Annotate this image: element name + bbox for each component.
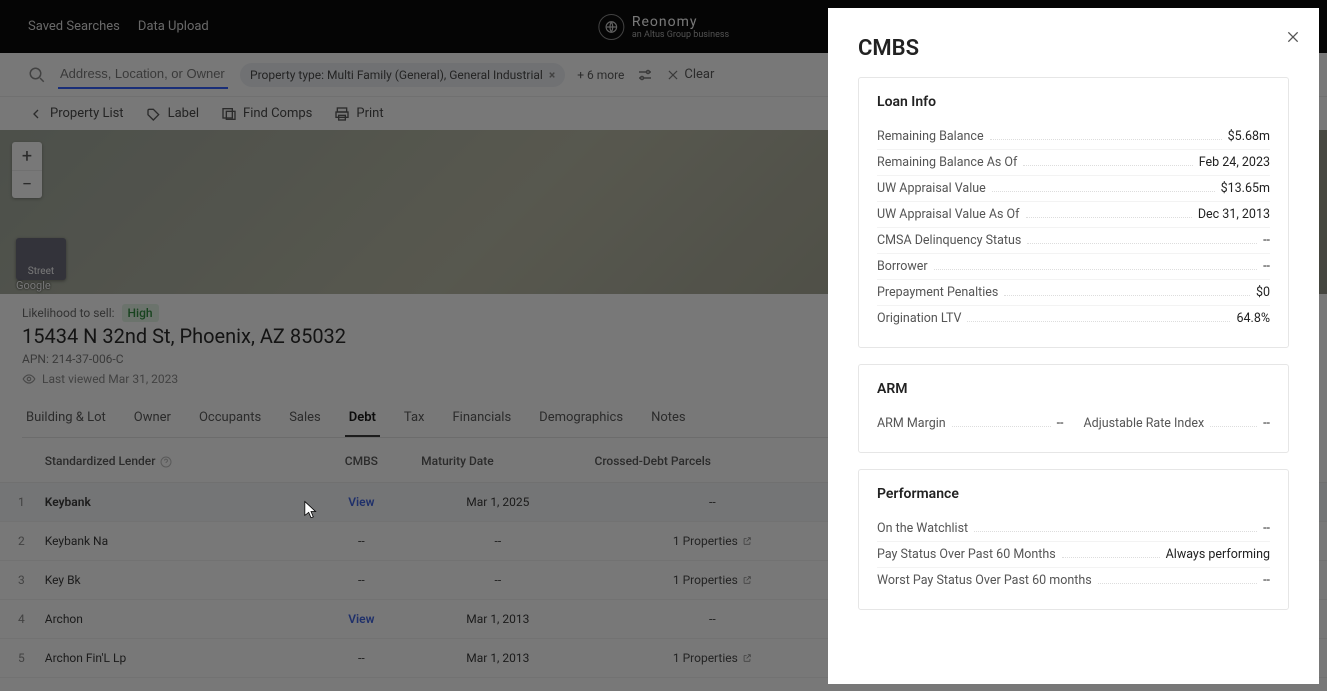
panel-title: CMBS — [858, 36, 1289, 61]
loan-info-row: UW Appraisal Value$13.65m — [877, 175, 1270, 201]
loan-info-heading: Loan Info — [877, 94, 1270, 110]
performance-card: Performance On the Watchlist--Pay Status… — [858, 469, 1289, 610]
cmbs-panel: CMBS Loan Info Remaining Balance$5.68mRe… — [828, 8, 1319, 684]
performance-row: Pay Status Over Past 60 MonthsAlways per… — [877, 541, 1270, 567]
performance-heading: Performance — [877, 486, 1270, 502]
performance-row: Worst Pay Status Over Past 60 months-- — [877, 567, 1270, 593]
loan-info-row: Prepayment Penalties$0 — [877, 279, 1270, 305]
loan-info-row: Origination LTV64.8% — [877, 305, 1270, 331]
loan-info-card: Loan Info Remaining Balance$5.68mRemaini… — [858, 77, 1289, 348]
loan-info-row: CMSA Delinquency Status-- — [877, 227, 1270, 253]
close-icon — [1285, 29, 1301, 45]
loan-info-row: Remaining Balance As OfFeb 24, 2023 — [877, 149, 1270, 175]
loan-info-row: UW Appraisal Value As OfDec 31, 2013 — [877, 201, 1270, 227]
loan-info-row: Remaining Balance$5.68m — [877, 124, 1270, 149]
arm-margin-row: ARM Margin-- — [877, 411, 1064, 436]
performance-row: On the Watchlist-- — [877, 516, 1270, 541]
adjustable-rate-row: Adjustable Rate Index-- — [1084, 411, 1271, 436]
close-button[interactable] — [1285, 26, 1301, 47]
arm-heading: ARM — [877, 381, 1270, 397]
loan-info-row: Borrower-- — [877, 253, 1270, 279]
arm-card: ARM ARM Margin-- Adjustable Rate Index-- — [858, 364, 1289, 453]
